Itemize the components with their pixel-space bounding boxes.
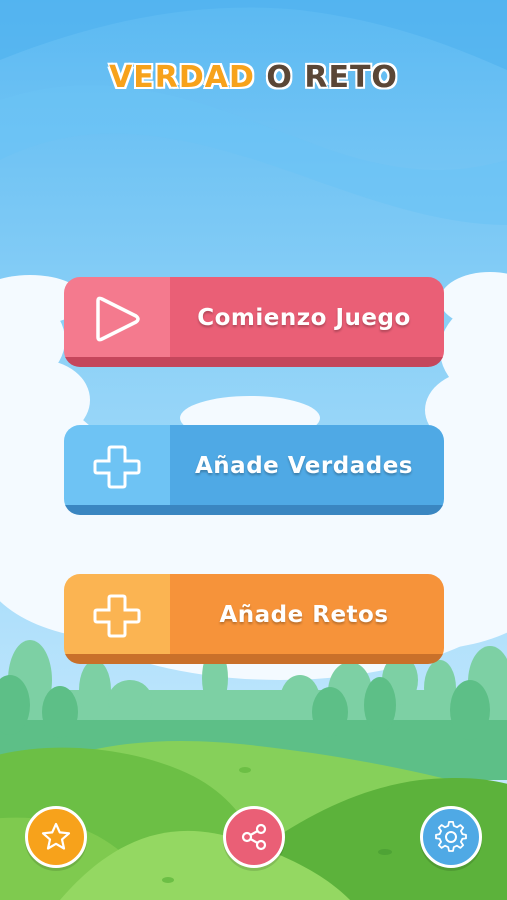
add-truths-label: Añade Verdades	[195, 453, 413, 479]
gear-icon	[435, 821, 467, 852]
start-game-button[interactable]: Comienzo Juego	[64, 277, 444, 367]
title-word-or: O	[266, 60, 293, 95]
add-dares-button[interactable]: Añade Retos	[64, 574, 444, 664]
share-button[interactable]	[223, 806, 285, 868]
start-game-label: Comienzo Juego	[197, 305, 411, 331]
plus-icon	[93, 594, 141, 638]
play-icon	[96, 296, 140, 342]
add-truths-button[interactable]: Añade Verdades	[64, 425, 444, 515]
game-title: VERDAD O RETO	[0, 60, 507, 95]
rate-button[interactable]	[25, 806, 87, 868]
title-word-truth: VERDAD	[109, 60, 255, 95]
star-icon	[41, 822, 71, 850]
add-dares-label: Añade Retos	[219, 602, 389, 628]
share-icon	[241, 823, 267, 851]
title-word-dare: RETO	[304, 60, 398, 95]
plus-icon	[93, 445, 141, 489]
settings-button[interactable]	[420, 806, 482, 868]
